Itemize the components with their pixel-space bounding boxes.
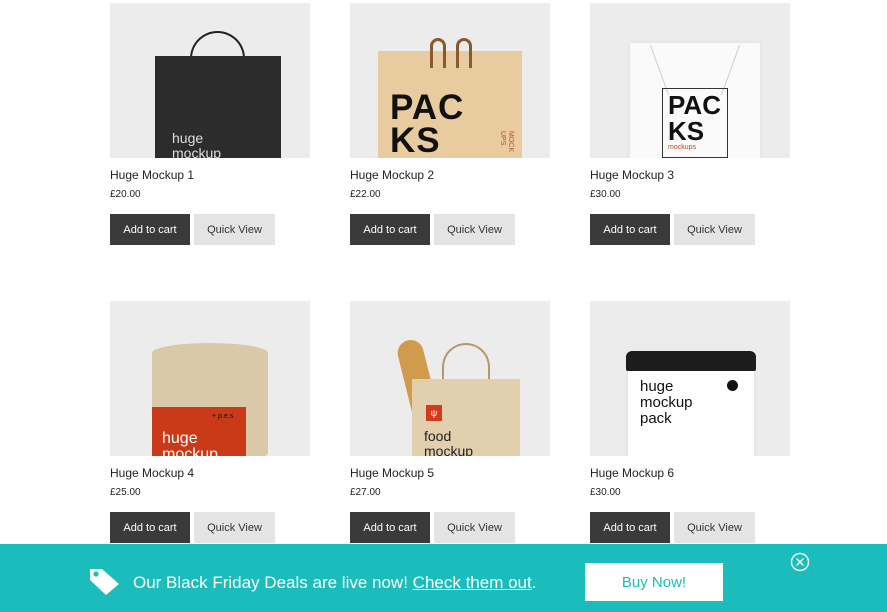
check-them-out-link[interactable]: Check them out: [413, 573, 532, 592]
mockup-art-text: huge mockup: [172, 130, 222, 159]
product-card: PAC KS MOCK UPS Huge Mockup 2 £22.00 Add…: [350, 3, 550, 245]
product-name[interactable]: Huge Mockup 4: [110, 466, 194, 480]
product-price: £30.00: [590, 487, 621, 498]
quick-view-button[interactable]: Quick View: [434, 512, 515, 543]
product-image[interactable]: huge mockup pack: [590, 301, 790, 456]
mockup-art-subtext: MOCK UPS: [499, 131, 514, 152]
product-price: £25.00: [110, 487, 141, 498]
product-price: £30.00: [590, 189, 621, 200]
bag-handle-shape: [430, 38, 446, 68]
add-to-cart-button[interactable]: Add to cart: [590, 512, 670, 543]
banner-period: .: [531, 573, 537, 592]
tin-lid-shape: [626, 351, 756, 371]
quick-view-button[interactable]: Quick View: [434, 214, 515, 245]
product-card: PAC KS mockups Huge Mockup 3 £30.00 Add …: [590, 3, 790, 245]
buy-now-button[interactable]: Buy Now!: [585, 563, 723, 601]
mockup-art-text: PAC KS: [390, 88, 465, 158]
product-name[interactable]: Huge Mockup 1: [110, 168, 194, 182]
product-image[interactable]: huge mockup + p.e.s: [110, 301, 310, 456]
mockup-art-subtext: + p.e.s: [212, 413, 234, 420]
product-card: huge mockup Huge Mockup 1 £20.00 Add to …: [110, 3, 310, 245]
product-name[interactable]: Huge Mockup 2: [350, 168, 434, 182]
product-card: huge mockup pack Huge Mockup 6 £30.00 Ad…: [590, 301, 790, 543]
product-price: £22.00: [350, 189, 381, 200]
product-name[interactable]: Huge Mockup 3: [590, 168, 674, 182]
quick-view-button[interactable]: Quick View: [674, 512, 755, 543]
product-card: huge mockup + p.e.s Huge Mockup 4 £25.00…: [110, 301, 310, 543]
product-name[interactable]: Huge Mockup 5: [350, 466, 434, 480]
mockup-art-text: food mockup: [424, 428, 474, 457]
quick-view-button[interactable]: Quick View: [674, 214, 755, 245]
add-to-cart-button[interactable]: Add to cart: [350, 512, 430, 543]
product-card: ψ food mockup Huge Mockup 5 £27.00 Add t…: [350, 301, 550, 543]
product-image[interactable]: PAC KS mockups: [590, 3, 790, 158]
product-price: £20.00: [110, 189, 141, 200]
product-image[interactable]: huge mockup: [110, 3, 310, 158]
mockup-art-text: PAC KS: [668, 90, 721, 146]
quick-view-button[interactable]: Quick View: [194, 214, 275, 245]
tin-logo-dot: [727, 380, 738, 391]
tag-icon: [90, 569, 119, 595]
food-logo: ψ: [426, 405, 442, 421]
mockup-art-text: huge mockup: [162, 430, 219, 457]
add-to-cart-button[interactable]: Add to cart: [110, 214, 190, 245]
add-to-cart-button[interactable]: Add to cart: [590, 214, 670, 245]
product-name[interactable]: Huge Mockup 6: [590, 466, 674, 480]
mockup-art-text: huge mockup pack: [640, 378, 693, 427]
add-to-cart-button[interactable]: Add to cart: [110, 512, 190, 543]
mockup-label-box: PAC KS mockups: [662, 88, 728, 158]
add-to-cart-button[interactable]: Add to cart: [350, 214, 430, 245]
product-image[interactable]: PAC KS MOCK UPS: [350, 3, 550, 158]
quick-view-button[interactable]: Quick View: [194, 512, 275, 543]
close-icon[interactable]: [790, 552, 810, 572]
product-price: £27.00: [350, 487, 381, 498]
product-image[interactable]: ψ food mockup: [350, 301, 550, 456]
banner-message: Our Black Friday Deals are live now! Che…: [133, 573, 536, 593]
bag-handle-shape: [456, 38, 472, 68]
banner-text: Our Black Friday Deals are live now!: [133, 573, 408, 592]
promo-banner: Our Black Friday Deals are live now! Che…: [0, 544, 887, 612]
